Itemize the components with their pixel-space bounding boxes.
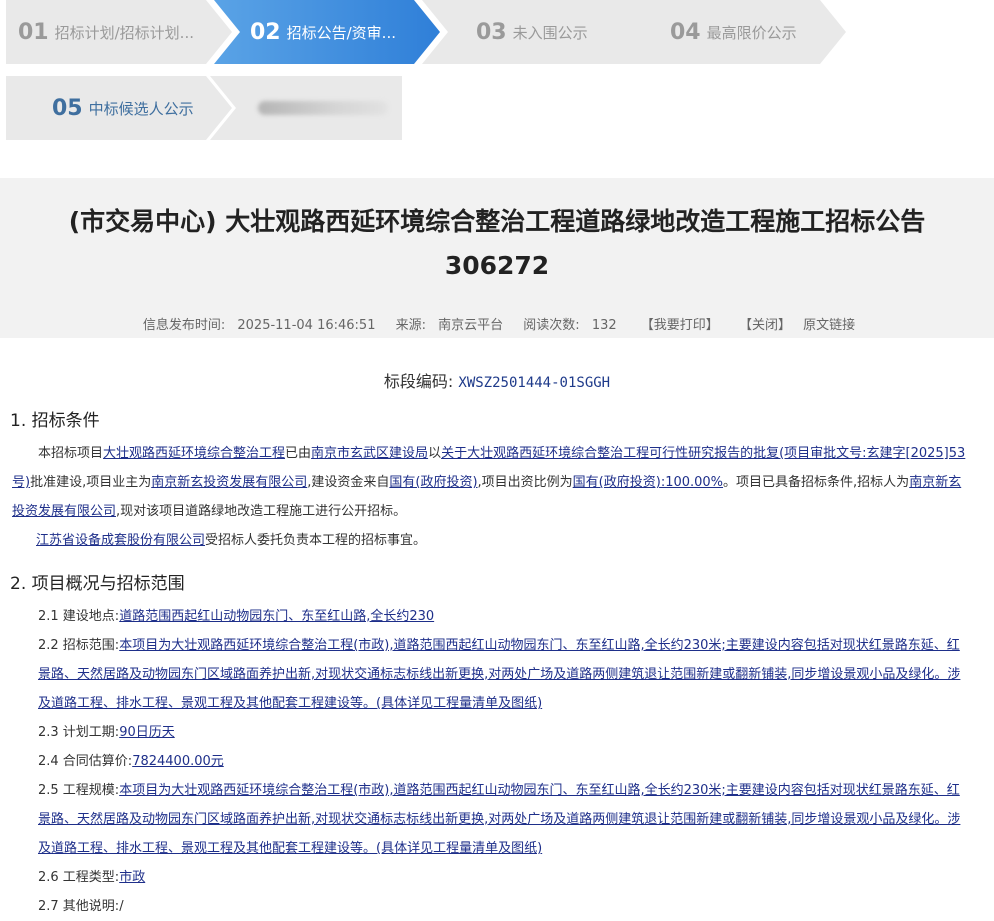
project-name: 大壮观路西延环境综合整治工程 <box>103 446 286 461</box>
section-heading-2: 2. 项目概况与招标范围 <box>10 574 185 594</box>
list-item-2-5: 2.5 工程规模:本项目为大壮观路西延环境综合整治工程(市政),道路范围西起红山… <box>38 776 972 863</box>
project-owner: 南京新玄投资发展有限公司 <box>151 475 308 490</box>
step-label: 最高限价公示 <box>706 23 797 42</box>
tender-conditions-paragraph: 本招标项目大壮观路西延环境综合整治工程已由南京市玄武区建设局以关于大壮观路西延环… <box>12 439 972 526</box>
step-01[interactable]: 01 招标计划/招标计划... <box>6 0 232 64</box>
agency-name: 江苏省设备成套股份有限公司 <box>36 533 206 548</box>
step-label: 未入围公示 <box>512 23 588 42</box>
item-label: 2.4 合同估算价: <box>38 754 133 769</box>
progress-steps: 01 招标计划/招标计划... 02 招标公告/资审... 03 未入围公示 0… <box>0 0 994 160</box>
step-06-blurred[interactable] <box>210 76 402 140</box>
step-number: 05 <box>52 95 83 121</box>
publish-label: 信息发布时间: <box>142 318 226 333</box>
text: 。项目已具备招标条件,招标人为 <box>723 475 910 490</box>
views-count: 132 <box>591 318 617 333</box>
step-number: 04 <box>670 19 701 45</box>
code-label: 标段编码: <box>383 372 454 391</box>
origin-link[interactable]: 原文链接 <box>803 318 855 333</box>
title-line-1: (市交易中心) 大壮观路西延环境综合整治工程道路绿地改造工程施工招标公告 <box>68 207 926 236</box>
blurred-label <box>258 101 388 115</box>
item-value: 7824400.00元 <box>132 754 224 769</box>
item-value: 本项目为大壮观路西延环境综合整治工程(市政),道路范围西起红山动物园东门、东至红… <box>38 783 961 856</box>
source-value: 南京云平台 <box>438 318 504 333</box>
views-info: 阅读次数: 132 <box>519 318 620 333</box>
page-title: (市交易中心) 大壮观路西延环境综合整治工程道路绿地改造工程施工招标公告 306… <box>0 200 994 288</box>
text: ,现对该项目道路绿地改造工程施工进行公开招标。 <box>116 504 407 519</box>
step-number: 01 <box>18 19 49 45</box>
close-link[interactable]: 【关闭】 <box>739 318 791 333</box>
item-label: 2.1 建设地点: <box>38 609 120 624</box>
item-label: 2.7 其他说明: <box>38 899 120 914</box>
item-value: 道路范围西起红山动物园东门、东至红山路,全长约230 <box>119 609 435 624</box>
list-item-2-3: 2.3 计划工期:90日历天 <box>38 718 972 747</box>
print-link[interactable]: 【我要打印】 <box>641 318 719 333</box>
text: 以 <box>428 446 442 461</box>
list-item-2-6: 2.6 工程类型:市政 <box>38 863 972 892</box>
item-label: 2.5 工程规模: <box>38 783 120 798</box>
text: 本招标项目 <box>38 446 104 461</box>
step-label: 招标公告/资审... <box>286 23 396 42</box>
item-value: 本项目为大壮观路西延环境综合整治工程(市政),道路范围西起红山动物园东门、东至红… <box>38 638 961 711</box>
funding-source: 国有(政府投资) <box>389 475 478 490</box>
text: 批准建设,项目业主为 <box>30 475 152 490</box>
section-code: 标段编码: XWSZ2501444-01SGGH <box>0 368 994 392</box>
item-value: / <box>119 899 124 914</box>
source-label: 来源: <box>395 318 426 333</box>
item-value: 市政 <box>119 870 146 885</box>
publish-info: 信息发布时间: 2025-11-04 16:46:51 <box>139 318 380 333</box>
step-03[interactable]: 03 未入围公示 <box>422 0 648 64</box>
step-number: 02 <box>250 19 281 45</box>
section-heading-1: 1. 招标条件 <box>10 411 100 431</box>
text: ,项目出资比例为 <box>477 475 573 490</box>
step-number: 03 <box>476 19 507 45</box>
approval-authority: 南京市玄武区建设局 <box>311 446 429 461</box>
step-02[interactable]: 02 招标公告/资审... <box>214 0 440 64</box>
agency-paragraph: 江苏省设备成套股份有限公司受招标人委托负责本工程的招标事宜。 <box>12 526 972 555</box>
step-label: 招标计划/招标计划... <box>54 23 194 42</box>
item-label: 2.2 招标范围: <box>38 638 120 653</box>
code-value: XWSZ2501444-01SGGH <box>458 375 611 391</box>
views-label: 阅读次数: <box>523 318 580 333</box>
item-value: 90日历天 <box>119 725 175 740</box>
item-label: 2.6 工程类型: <box>38 870 120 885</box>
publish-time: 2025-11-04 16:46:51 <box>237 318 376 333</box>
list-item-2-4: 2.4 合同估算价:7824400.00元 <box>38 747 972 776</box>
step-05[interactable]: 05 中标候选人公示 <box>6 76 232 140</box>
text: ,建设资金来自 <box>307 475 390 490</box>
list-item-2-2: 2.2 招标范围:本项目为大壮观路西延环境综合整治工程(市政),道路范围西起红山… <box>38 631 972 718</box>
step-04[interactable]: 04 最高限价公示 <box>620 0 846 64</box>
announcement-body: 标段编码: XWSZ2501444-01SGGH 1. 招标条件 本招标项目大壮… <box>0 362 994 921</box>
text: 已由 <box>285 446 312 461</box>
title-line-2: 306272 <box>444 251 550 280</box>
step-label: 中标候选人公示 <box>88 99 194 118</box>
funding-ratio: 国有(政府投资):100.00% <box>572 475 724 490</box>
text: 受招标人委托负责本工程的招标事宜。 <box>205 533 427 548</box>
source-info: 来源: 南京云平台 <box>392 318 508 333</box>
list-item-2-7: 2.7 其他说明:/ <box>38 892 972 921</box>
meta-bar: 信息发布时间: 2025-11-04 16:46:51 来源: 南京云平台 阅读… <box>0 314 994 333</box>
item-label: 2.3 计划工期: <box>38 725 120 740</box>
list-item-2-1: 2.1 建设地点:道路范围西起红山动物园东门、东至红山路,全长约230 <box>38 602 972 631</box>
